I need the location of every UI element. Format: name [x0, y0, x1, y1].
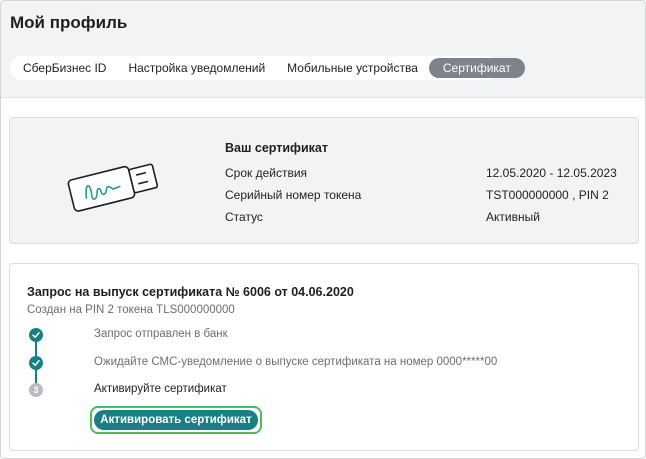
validity-value: 12.05.2020 - 12.05.2023	[486, 166, 617, 180]
status-label: Статус	[225, 210, 263, 224]
token-serial-label: Серийный номер токена	[225, 188, 362, 202]
step-number-indicator: 3	[29, 383, 43, 397]
usb-token-icon	[67, 163, 159, 212]
check-icon	[32, 332, 40, 338]
validity-label: Срок действия	[225, 166, 308, 180]
check-icon	[32, 360, 40, 366]
step-done-indicator	[29, 328, 43, 342]
step-text: Активируйте сертификат	[94, 383, 227, 395]
request-subtitle: Создан на PIN 2 токена TLS000000000	[27, 304, 235, 316]
tab-notification-settings[interactable]: Настройка уведомлений	[117, 58, 276, 78]
main-content: Ваш сертификат Срок действия 12.05.2020 …	[1, 98, 645, 458]
request-title: Запрос на выпуск сертификата № 6006 от 0…	[27, 285, 354, 299]
tab-bar: СберБизнес ID Настройка уведомлений Моби…	[10, 56, 525, 80]
page-title: Мой профиль	[10, 13, 128, 32]
tab-sberbusiness-id[interactable]: СберБизнес ID	[12, 58, 117, 78]
page-header: Мой профиль СберБизнес ID Настройка увед…	[1, 1, 645, 97]
step-text: Ожидайте СМС-уведомление о выпуске серти…	[94, 356, 498, 368]
certificate-request-card: Запрос на выпуск сертификата № 6006 от 0…	[9, 263, 639, 451]
step-done-indicator	[29, 356, 43, 370]
activate-certificate-button[interactable]: Активировать сертификат	[94, 410, 258, 430]
step-text: Запрос отправлен в банк	[94, 328, 228, 340]
tab-certificate[interactable]: Сертификат	[428, 58, 525, 78]
tab-mobile-devices[interactable]: Мобильные устройства	[276, 58, 429, 78]
certificate-card: Ваш сертификат Срок действия 12.05.2020 …	[9, 117, 639, 244]
certificate-title: Ваш сертификат	[225, 141, 329, 155]
token-serial-value: TST000000000 , PIN 2	[486, 188, 609, 202]
status-value: Активный	[486, 210, 540, 224]
app-window: Мой профиль СберБизнес ID Настройка увед…	[0, 0, 646, 459]
